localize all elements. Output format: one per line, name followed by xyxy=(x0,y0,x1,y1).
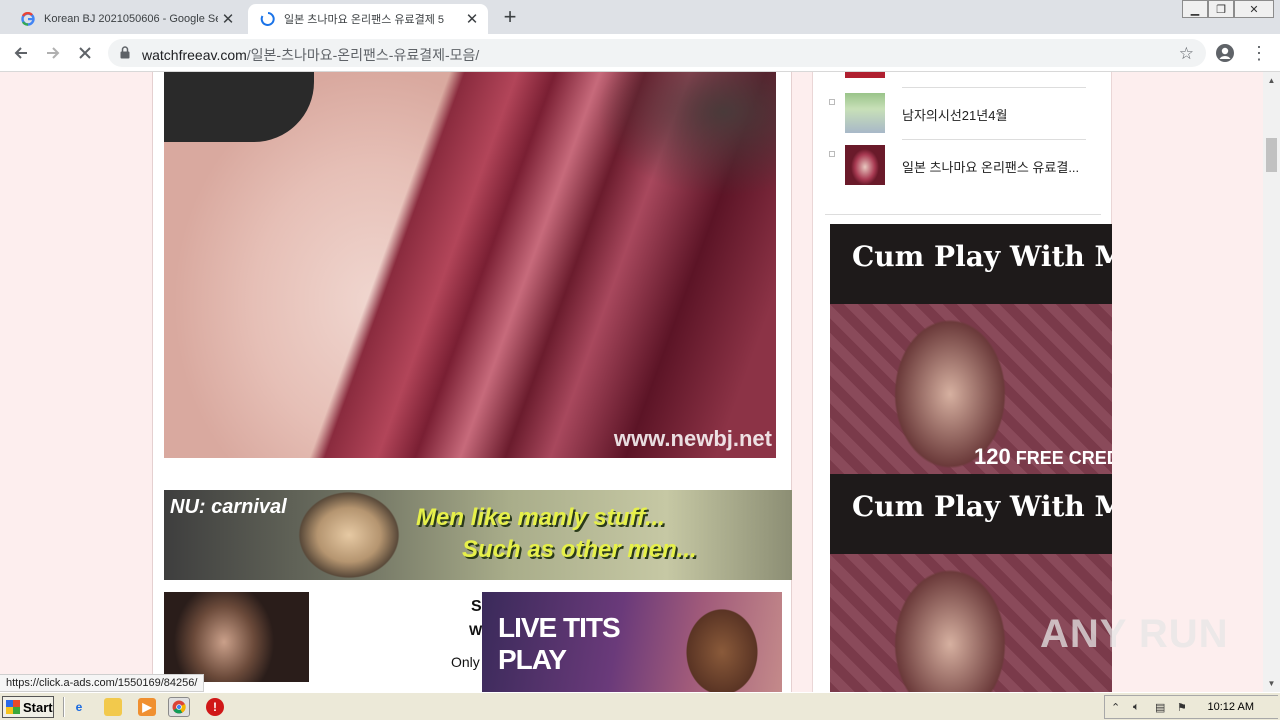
ad-cam-banner[interactable]: Cum Play With Me. 120 FREE CREDITS xyxy=(830,224,1112,474)
taskbar-separator xyxy=(63,697,65,717)
chrome-icon[interactable] xyxy=(168,697,190,717)
page-viewport: www.newbj.net NU: carnival Men like manl… xyxy=(0,72,1280,692)
ad-cam-title: Cum Play With Me. xyxy=(852,240,1112,273)
ad-text-heading: S xyxy=(471,598,482,615)
bullet-icon xyxy=(829,99,835,105)
sidebar: 남자의시선21년4월 일본 츠나마요 온리팬스 유료결... Cum Play … xyxy=(812,72,1112,692)
chevron-up-icon[interactable]: ⌃ xyxy=(1111,701,1125,715)
image-watermark: www.newbj.net xyxy=(613,426,772,451)
network-icon[interactable]: ▤ xyxy=(1155,701,1169,715)
windows-taskbar: Start e ▶ ! ⌃ 🔈︎ ▤ ⚑ 10:12 AM xyxy=(0,692,1280,720)
ad-cam-banner[interactable]: Cum Play With Me. xyxy=(830,474,1112,692)
new-tab-button[interactable]: + xyxy=(498,6,522,29)
ad-banner-live[interactable]: LIVE TITS PLAY xyxy=(482,592,782,692)
ad-text-only: Only xyxy=(451,654,480,670)
ad-figure xyxy=(662,592,782,692)
media-player-icon[interactable]: ▶ xyxy=(138,698,156,716)
sidebar-item-label[interactable]: 일본 츠나마요 온리팬스 유료결... xyxy=(902,157,1079,176)
ad-banner-carnival[interactable]: NU: carnival Men like manly stuff... Suc… xyxy=(164,490,792,580)
start-button[interactable]: Start xyxy=(2,696,54,718)
scroll-up-icon[interactable]: ▲ xyxy=(1263,72,1280,89)
loading-spinner-icon xyxy=(260,11,276,27)
image-shadow xyxy=(164,72,314,142)
post-image: www.newbj.net xyxy=(164,72,776,458)
profile-avatar-icon[interactable] xyxy=(1212,40,1238,66)
tab-strip: Korean BJ 2021050606 - Google Sea ✕ 일본 츠… xyxy=(0,0,1280,34)
divider xyxy=(902,87,1086,88)
banner-line-1: Men like manly stuff... xyxy=(416,504,665,531)
anyrun-watermark: ANY RUN xyxy=(1040,612,1229,656)
status-bubble-url: https://click.a-ads.com/1550169/84256/ xyxy=(0,674,205,692)
tab-title: Korean BJ 2021050606 - Google Sea xyxy=(44,13,218,25)
ad-thumbnail[interactable] xyxy=(164,592,309,682)
banner-line-2: Such as other men... xyxy=(462,536,697,563)
minimize-button[interactable]: ▁ xyxy=(1182,0,1208,18)
forward-arrow-icon[interactable] xyxy=(40,40,66,66)
main-content-column: www.newbj.net NU: carnival Men like manl… xyxy=(152,72,792,692)
scrollbar-thumb[interactable] xyxy=(1266,138,1277,172)
window-close-button[interactable]: ✕ xyxy=(1234,0,1274,18)
sidebar-item-label[interactable]: 남자의시선21년4월 xyxy=(902,105,1007,124)
sidebar-item-post[interactable]: 남자의시선21년4월 xyxy=(829,87,1089,137)
ad-text-sub: W xyxy=(469,622,483,638)
sidebar-item-post[interactable]: 일본 츠나마요 온리팬스 유료결... xyxy=(829,139,1089,189)
internet-explorer-icon[interactable]: e xyxy=(70,698,88,716)
tab-google-search[interactable]: Korean BJ 2021050606 - Google Sea ✕ xyxy=(8,4,244,34)
google-g-icon xyxy=(20,11,36,27)
ad-cam-title: Cum Play With Me. xyxy=(852,490,1112,523)
bullet-icon xyxy=(829,151,835,157)
speaker-icon[interactable]: 🔈︎ xyxy=(1133,701,1147,715)
banner-logo: NU: carnival xyxy=(170,496,287,518)
clock[interactable]: 10:12 AM xyxy=(1208,701,1254,713)
folder-icon[interactable] xyxy=(104,698,122,716)
tab-current-page[interactable]: 일본 츠나마요 온리팬스 유료결제 5 ✕ xyxy=(248,4,488,34)
kebab-menu-icon[interactable]: ⋮ xyxy=(1246,40,1272,66)
bookmark-star-icon[interactable]: ☆ xyxy=(1179,44,1194,64)
sidebar-item-prev[interactable] xyxy=(829,72,1089,82)
windows-flag-icon xyxy=(6,700,20,714)
sidebar-thumb xyxy=(845,145,885,185)
sidebar-thumb xyxy=(845,72,885,78)
banner-character xyxy=(274,490,424,580)
close-icon[interactable]: ✕ xyxy=(218,9,238,29)
divider xyxy=(902,139,1086,140)
address-bar[interactable]: watchfreeav.com/일본-츠나마요-온리팬스-유료결제-모음/ ☆ xyxy=(108,39,1206,67)
system-tray: ⌃ 🔈︎ ▤ ⚑ 10:12 AM xyxy=(1104,695,1278,719)
restore-button[interactable]: ❐ xyxy=(1208,0,1234,18)
divider xyxy=(825,214,1101,215)
sidebar-thumb xyxy=(845,93,885,133)
url-text: watchfreeav.com/일본-츠나마요-온리팬스-유료결제-모음/ xyxy=(142,47,480,63)
scroll-down-icon[interactable]: ▼ xyxy=(1263,675,1280,692)
browser-toolbar: watchfreeav.com/일본-츠나마요-온리팬스-유료결제-모음/ ☆ … xyxy=(0,34,1280,72)
ad-cam-credits: 120 FREE CREDITS xyxy=(974,444,1112,469)
lock-icon[interactable] xyxy=(120,46,130,64)
back-arrow-icon[interactable] xyxy=(8,40,34,66)
ad-live-line-1: LIVE TITS xyxy=(498,612,621,643)
tab-title: 일본 츠나마요 온리팬스 유료결제 5 xyxy=(284,14,445,26)
close-icon[interactable]: ✕ xyxy=(462,9,482,29)
flag-icon[interactable]: ⚑ xyxy=(1177,701,1191,715)
ad-live-line-2: PLAY xyxy=(498,644,567,675)
alert-app-icon[interactable]: ! xyxy=(206,698,224,716)
page-scrollbar[interactable]: ▲ ▼ xyxy=(1263,72,1280,692)
stop-loading-icon[interactable] xyxy=(72,40,98,66)
